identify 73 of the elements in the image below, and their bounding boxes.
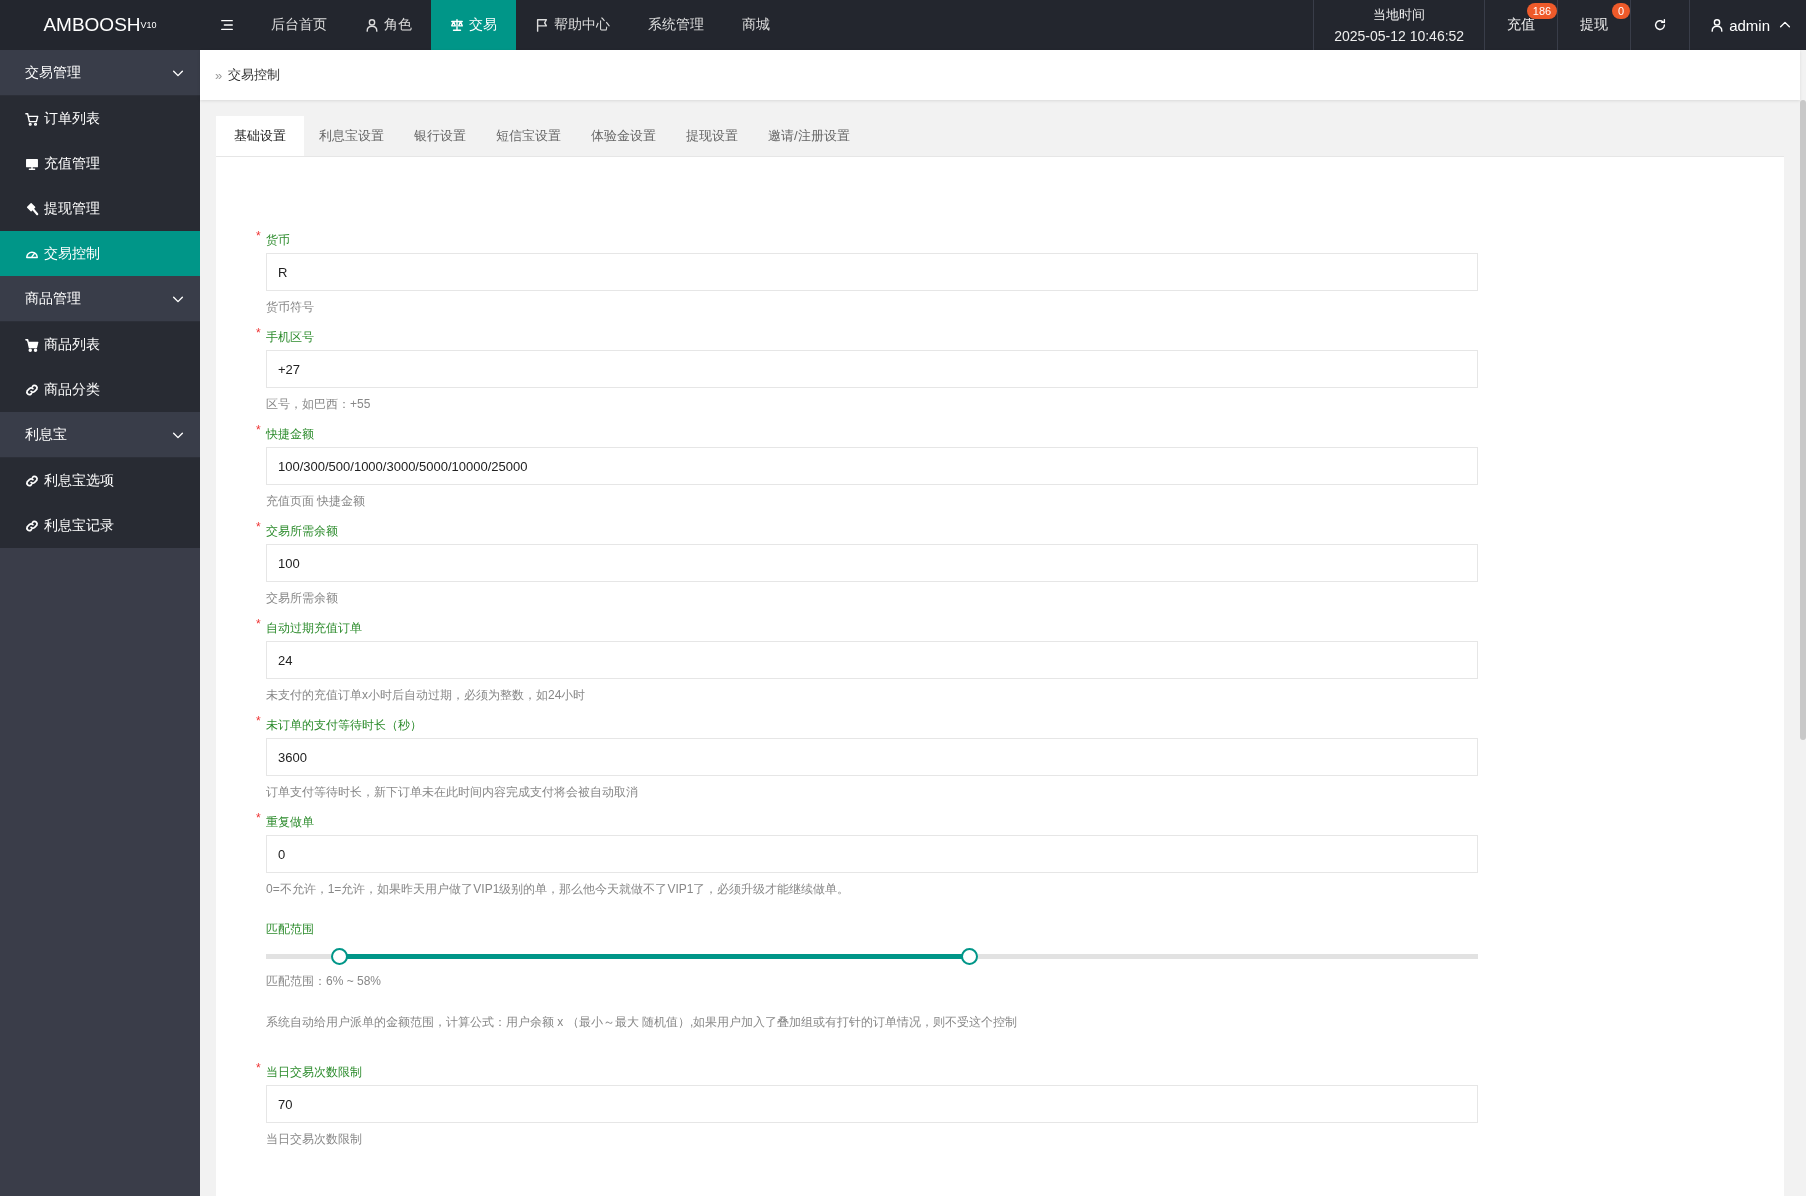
scale-icon — [450, 18, 464, 32]
link-icon — [25, 382, 39, 397]
clock-label: 当地时间 — [1373, 6, 1426, 24]
nav-item[interactable]: 角色 — [346, 0, 431, 50]
user-icon — [1710, 18, 1725, 32]
count-badge: 186 — [1526, 3, 1558, 19]
field-label: 匹配范围 — [266, 921, 315, 938]
link-icon — [25, 518, 39, 533]
sidebar-item[interactable]: 交易控制 — [0, 231, 200, 276]
required-mark: * — [256, 617, 261, 631]
count-badge: 0 — [1612, 3, 1631, 19]
help-text: 订单支付等待时长，新下订单未在此时间内容完成支付将会被自动取消 — [266, 784, 639, 801]
sidebar-item[interactable]: 充值管理 — [0, 141, 200, 186]
header-link[interactable]: 提现 — [1580, 16, 1609, 34]
input-field[interactable]: 0 — [266, 835, 1478, 873]
slider-reading: 匹配范围：6% ~ 58% — [266, 973, 383, 990]
tab[interactable]: 邀请/注册设置 — [753, 116, 865, 156]
help-text: 交易所需余额 — [266, 590, 339, 607]
nav-item[interactable]: 交易 — [431, 0, 516, 50]
sidebar-item[interactable]: 利息宝记录 — [0, 503, 200, 548]
link-icon — [25, 473, 39, 488]
required-mark: * — [256, 423, 261, 437]
help-text: 当日交易次数限制 — [266, 1131, 363, 1148]
nav-item[interactable]: 商城 — [723, 0, 789, 50]
help-text: 0=不允许，1=允许，如果昨天用户做了VIP1级别的单，那么他今天就做不了VIP1了，必须升级才能继续做单。 — [266, 881, 851, 898]
required-mark: * — [256, 811, 261, 825]
user-icon — [365, 18, 379, 32]
required-mark: * — [256, 229, 261, 243]
input-field[interactable]: 70 — [266, 1085, 1478, 1123]
nav-item[interactable]: 帮助中心 — [516, 0, 629, 50]
cart-icon — [25, 337, 39, 352]
flag-icon — [535, 18, 549, 32]
nav-item[interactable]: 后台首页 — [252, 0, 346, 50]
sidebar-item[interactable]: 订单列表 — [0, 96, 200, 141]
help-text: 系统自动给用户派单的金额范围，计算公式：用户余额 x （最小～最大 随机值）,如果用户加入了叠加组或有打针的订单情况，则不受这个控制 — [266, 1014, 1019, 1031]
cart-icon — [25, 111, 39, 126]
required-mark: * — [256, 714, 261, 728]
hammer-icon — [25, 201, 39, 216]
help-text: 区号，如巴西：+55 — [266, 396, 372, 413]
scrollbar[interactable] — [1800, 100, 1806, 740]
nav-item[interactable]: 系统管理 — [629, 0, 723, 50]
tab[interactable]: 短信宝设置 — [481, 116, 576, 156]
input-field[interactable]: R — [266, 253, 1478, 291]
sidebar-item[interactable]: 利息宝选项 — [0, 458, 200, 503]
input-field[interactable]: 3600 — [266, 738, 1478, 776]
tab[interactable]: 提现设置 — [671, 116, 753, 156]
required-mark: * — [256, 326, 261, 340]
breadcrumb-separator: » — [215, 67, 223, 83]
sidebar-item[interactable]: 商品分类 — [0, 367, 200, 412]
slider-handle[interactable] — [960, 948, 978, 965]
help-text: 货币符号 — [266, 299, 315, 316]
tab[interactable]: 基础设置 — [216, 116, 304, 156]
help-text: 未支付的充值订单x小时后自动过期，必须为整数，如24小时 — [266, 687, 587, 704]
logo: AMBOOSH$^{V10}$ — [42, 13, 158, 37]
tab[interactable]: 利息宝设置 — [304, 116, 399, 156]
sidebar-item[interactable]: 商品列表 — [0, 322, 200, 367]
header-link[interactable]: 充值 — [1507, 16, 1536, 34]
breadcrumb-link[interactable]: 交易控制 — [228, 66, 281, 84]
sidebar-item[interactable]: 提现管理 — [0, 186, 200, 231]
input-field[interactable]: 100 — [266, 544, 1478, 582]
refresh-icon[interactable] — [1653, 18, 1668, 32]
input-field[interactable]: 100/300/500/1000/3000/5000/10000/25000 — [266, 447, 1478, 485]
clock-time: 2025-05-12 10:46:52 — [1334, 28, 1465, 44]
input-field[interactable]: 24 — [266, 641, 1478, 679]
menu-icon[interactable] — [220, 18, 234, 32]
tab[interactable]: 体验金设置 — [576, 116, 671, 156]
tab[interactable]: 银行设置 — [399, 116, 481, 156]
slider-handle[interactable] — [330, 948, 348, 965]
required-mark: * — [256, 1061, 261, 1075]
board-icon — [25, 156, 39, 171]
required-mark: * — [256, 520, 261, 534]
help-text: 充值页面 快捷金额 — [266, 493, 367, 510]
input-field[interactable]: +27 — [266, 350, 1478, 388]
